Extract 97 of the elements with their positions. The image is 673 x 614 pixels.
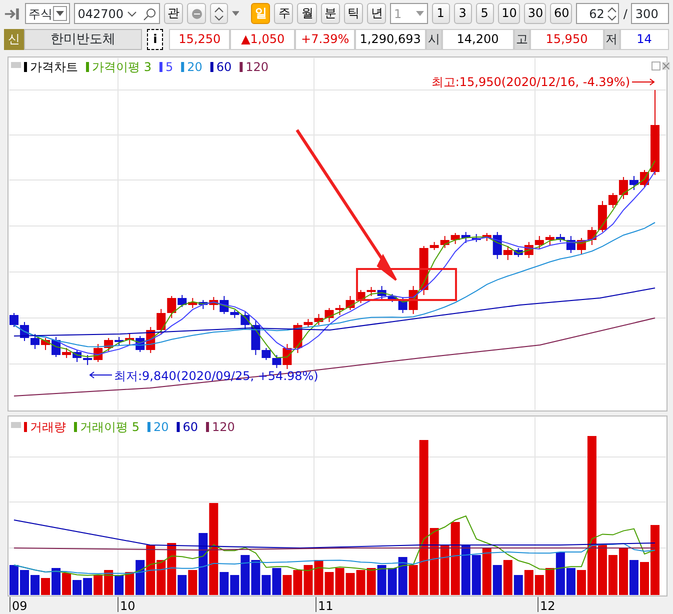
volume-bar [83,578,92,595]
close-icon[interactable] [662,62,670,70]
pointer-arrow-icon [632,78,655,86]
quote-value: 15,250 [168,29,230,50]
search-icon[interactable] [142,6,157,20]
candlestick [104,338,114,352]
interval-button[interactable]: 1 [432,3,450,24]
candlestick [10,312,18,328]
spin-arrows-icon [214,6,224,21]
count-field[interactable]: 62 [576,3,620,24]
candlestick [576,238,586,254]
max-count-field[interactable]: 300 [631,3,669,24]
candlestick [335,304,344,316]
quote-value: 15,950 [530,29,604,50]
period-tab[interactable]: 년 [366,3,386,24]
quote-value: 14,200 [442,29,514,50]
candlestick [461,232,470,244]
candlestick [450,232,460,244]
panel-handle-icon[interactable] [11,62,21,68]
candlestick [209,296,218,310]
info-button[interactable]: i [147,29,164,50]
candlestick [20,322,29,342]
new-badge: 신 [4,29,24,50]
volume-bar [114,575,124,595]
circle-icon [190,8,203,20]
period-tab[interactable]: 월 [297,3,317,24]
candlestick [356,290,366,304]
quote-value: 1,290,693 [354,29,426,50]
pointer-arrow-icon [89,372,112,378]
quote-value: +7.39% [295,29,355,50]
volume-bar [272,568,282,595]
interval-button[interactable]: 3 [454,3,472,24]
candlestick [314,314,324,326]
candlestick [188,298,198,308]
volume-bar [293,570,302,595]
period-tab[interactable]: 틱 [344,3,363,24]
volume-bar [94,575,103,595]
code-field[interactable]: 042700 [74,3,160,24]
quote-value: ▲1,050 [230,29,296,50]
candlestick [534,236,544,250]
spin-button[interactable] [210,3,228,24]
high-price-label: 최고:15,950(2020/12/16, -4.39%) [431,75,630,89]
market-dropdown[interactable]: 주식 [24,3,70,24]
watch-button[interactable]: 관 [164,3,183,24]
legend-label: 5 [165,60,174,74]
candlestick [346,296,355,310]
volume-bar [10,565,18,595]
volume-bar [20,570,29,595]
volume-bar [282,575,292,595]
candlestick [472,234,481,242]
legend-label: 120 [212,420,235,434]
legend-label: 가격이평 3 [92,60,152,74]
candlestick [545,234,554,246]
axis-label: 12 [540,599,556,613]
interval-button[interactable]: 30 [524,3,546,24]
legend-label: 거래이평 5 [80,420,140,434]
legend-label: 60 [216,60,232,74]
stock-name-field[interactable]: 한미반도체 [24,29,142,50]
legend-label: 20 [187,60,202,74]
caret-icon[interactable] [52,6,67,21]
period-tab[interactable]: 주 [274,3,294,24]
legend-label: 가격차트 [30,60,78,74]
caret-icon[interactable] [232,11,240,16]
quote-label: 고 [514,29,530,50]
period-tab[interactable]: 분 [320,3,340,24]
axis-label: 10 [120,599,136,613]
volume-bar [146,545,156,595]
spin-icon[interactable] [607,6,618,22]
volume-bar [30,575,40,595]
legend-label: 20 [153,420,169,434]
quote-label: 저 [604,29,620,50]
interval-button[interactable]: 5 [476,3,494,24]
legend-label: 거래량 [30,420,66,434]
panel-handle-icon[interactable] [11,422,21,428]
candlestick [72,350,82,362]
candlestick [125,334,134,346]
low-price-label: 최저:9,840(2020/09/25, +54.98%) [114,369,318,383]
quote-value: 14 [620,29,669,50]
axis-label: 09 [12,599,28,613]
candlestick [198,300,208,310]
candlestick [30,334,40,350]
sidebar-toggle-icon[interactable] [4,6,21,20]
quote-label: 시 [426,29,442,50]
separator-text: / [623,6,628,22]
legend-label: 120 [246,60,269,74]
maximize-icon[interactable] [652,62,660,70]
volume-bar [304,565,313,595]
axis-label: 11 [318,599,334,613]
legend-label: 60 [182,420,198,434]
candlestick [156,308,166,334]
interval-button[interactable]: 60 [550,3,572,24]
caret-icon[interactable] [126,10,137,16]
volume-bar [650,525,660,595]
volume-bar [104,570,114,595]
candlestick [114,336,124,346]
interval-button[interactable]: 10 [498,3,520,24]
candlestick [324,308,334,322]
